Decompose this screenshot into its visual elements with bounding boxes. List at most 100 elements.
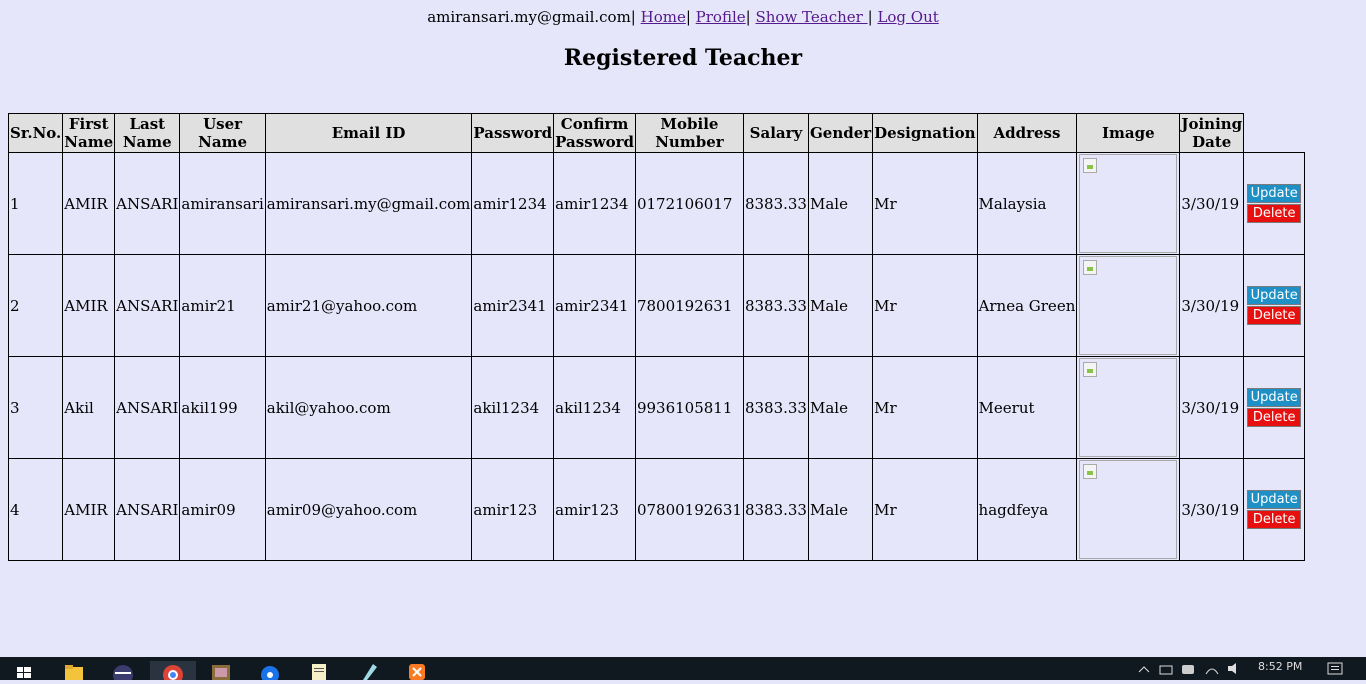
delete-button[interactable]: Delete — [1247, 306, 1302, 325]
chrome-icon[interactable] — [150, 661, 196, 684]
col-header-mobile: Mobile Number — [634, 113, 744, 153]
col-header-confirm-password: Confirm Password — [553, 113, 636, 153]
cell-mobile: 9936105811 — [634, 356, 744, 459]
cell-user-name: amiransari — [179, 152, 266, 255]
cell-password: akil1234 — [471, 356, 555, 459]
eclipse-icon[interactable] — [112, 661, 134, 684]
col-header-gender: Gender — [807, 113, 874, 153]
show-teacher-link[interactable]: Show Teacher — [755, 8, 867, 26]
clock[interactable]: 8:52 PM — [1258, 660, 1302, 673]
cell-last-name: ANSARI — [114, 254, 181, 357]
cell-confirm-password: amir123 — [553, 458, 636, 561]
cell-gender: Male — [807, 356, 874, 459]
cell-user-name: akil199 — [179, 356, 266, 459]
cell-password: amir2341 — [471, 254, 555, 357]
update-button[interactable]: Update — [1247, 490, 1302, 509]
col-header-first-name: First Name — [62, 113, 116, 153]
cell-last-name: ANSARI — [114, 152, 181, 255]
cell-first-name: AMIR — [62, 458, 116, 561]
cell-salary: 8383.33 — [742, 356, 809, 459]
cell-image — [1076, 356, 1181, 459]
table-row: 4 AMIR ANSARI amir09 amir09@yahoo.com am… — [7, 458, 1306, 561]
profile-link[interactable]: Profile — [696, 8, 746, 26]
cell-joining-date: 3/30/19 — [1179, 458, 1245, 561]
delete-button[interactable]: Delete — [1247, 204, 1302, 223]
cell-confirm-password: akil1234 — [553, 356, 636, 459]
cell-user-name: amir21 — [179, 254, 266, 357]
col-header-designation: Designation — [872, 113, 978, 153]
cell-salary: 8383.33 — [742, 254, 809, 357]
system-tray-icons[interactable] — [1136, 660, 1246, 679]
cell-address: Malaysia — [976, 152, 1078, 255]
top-nav: amiransari.my@gmail.com| Home| Profile| … — [427, 8, 939, 26]
file-explorer-icon[interactable] — [63, 661, 85, 680]
update-button[interactable]: Update — [1247, 388, 1302, 407]
cell-email: akil@yahoo.com — [264, 356, 473, 459]
col-header-joining-date: Joining Date — [1179, 113, 1245, 153]
col-header-address: Address — [976, 113, 1078, 153]
cell-gender: Male — [807, 254, 874, 357]
cell-first-name: Akil — [62, 356, 116, 459]
cell-first-name: AMIR — [62, 152, 116, 255]
cell-joining-date: 3/30/19 — [1179, 152, 1245, 255]
notepad-icon[interactable] — [308, 661, 330, 680]
broken-image-icon — [1079, 154, 1178, 253]
delete-button[interactable]: Delete — [1247, 510, 1302, 529]
cell-email: amir21@yahoo.com — [264, 254, 473, 357]
cell-mobile: 07800192631 — [634, 458, 744, 561]
home-link[interactable]: Home — [641, 8, 686, 26]
app-icon[interactable] — [259, 661, 281, 684]
cell-image — [1076, 458, 1181, 561]
cell-last-name: ANSARI — [114, 356, 181, 459]
cell-joining-date: 3/30/19 — [1179, 356, 1245, 459]
update-button[interactable]: Update — [1247, 184, 1302, 203]
notification-icon[interactable] — [1326, 660, 1344, 679]
cell-first-name: AMIR — [62, 254, 116, 357]
col-header-salary: Salary — [742, 113, 809, 153]
cell-confirm-password: amir2341 — [553, 254, 636, 357]
cell-actions: Update Delete — [1243, 254, 1306, 357]
delete-button[interactable]: Delete — [1247, 408, 1302, 427]
cell-address: Arnea Green — [976, 254, 1078, 357]
cell-actions: Update Delete — [1243, 356, 1306, 459]
table-row: 2 AMIR ANSARI amir21 amir21@yahoo.com am… — [7, 254, 1306, 357]
cell-designation: Mr — [872, 458, 978, 561]
col-header-user-name: User Name — [179, 113, 266, 153]
cell-image — [1076, 254, 1181, 357]
cell-address: Meerut — [976, 356, 1078, 459]
page-title: Registered Teacher — [563, 45, 803, 71]
app-icon[interactable] — [210, 661, 232, 680]
cell-salary: 8383.33 — [742, 458, 809, 561]
table-row: 3 Akil ANSARI akil199 akil@yahoo.com aki… — [7, 356, 1306, 459]
broken-image-icon — [1079, 256, 1178, 355]
cell-salary: 8383.33 — [742, 152, 809, 255]
cell-mobile: 0172106017 — [634, 152, 744, 255]
cell-srno: 3 — [7, 356, 64, 459]
col-header-email: Email ID — [264, 113, 473, 153]
cell-mobile: 7800192631 — [634, 254, 744, 357]
cell-image — [1076, 152, 1181, 255]
update-button[interactable]: Update — [1247, 286, 1302, 305]
table-header-row: Sr.No. First Name Last Name User Name Em… — [7, 113, 1305, 153]
cell-address: hagdfeya — [976, 458, 1078, 561]
cell-user-name: amir09 — [179, 458, 266, 561]
cell-gender: Male — [807, 152, 874, 255]
cell-last-name: ANSARI — [114, 458, 181, 561]
app-icon[interactable] — [357, 661, 379, 680]
col-header-actions — [1244, 114, 1305, 153]
cell-email: amiransari.my@gmail.com — [264, 152, 473, 255]
cell-password: amir123 — [471, 458, 555, 561]
windows-taskbar: 8:52 PM — [0, 657, 1366, 684]
col-header-last-name: Last Name — [114, 113, 181, 153]
windows-start-icon[interactable] — [14, 661, 36, 680]
xampp-icon[interactable] — [406, 661, 428, 680]
logout-link[interactable]: Log Out — [877, 8, 938, 26]
cell-designation: Mr — [872, 152, 978, 255]
table-row: 1 AMIR ANSARI amiransari amiransari.my@g… — [7, 152, 1306, 255]
col-header-password: Password — [471, 113, 555, 153]
cell-designation: Mr — [872, 356, 978, 459]
teachers-table: Sr.No. First Name Last Name User Name Em… — [7, 113, 1306, 561]
broken-image-icon — [1079, 358, 1178, 457]
cell-srno: 4 — [7, 458, 64, 561]
cell-gender: Male — [807, 458, 874, 561]
